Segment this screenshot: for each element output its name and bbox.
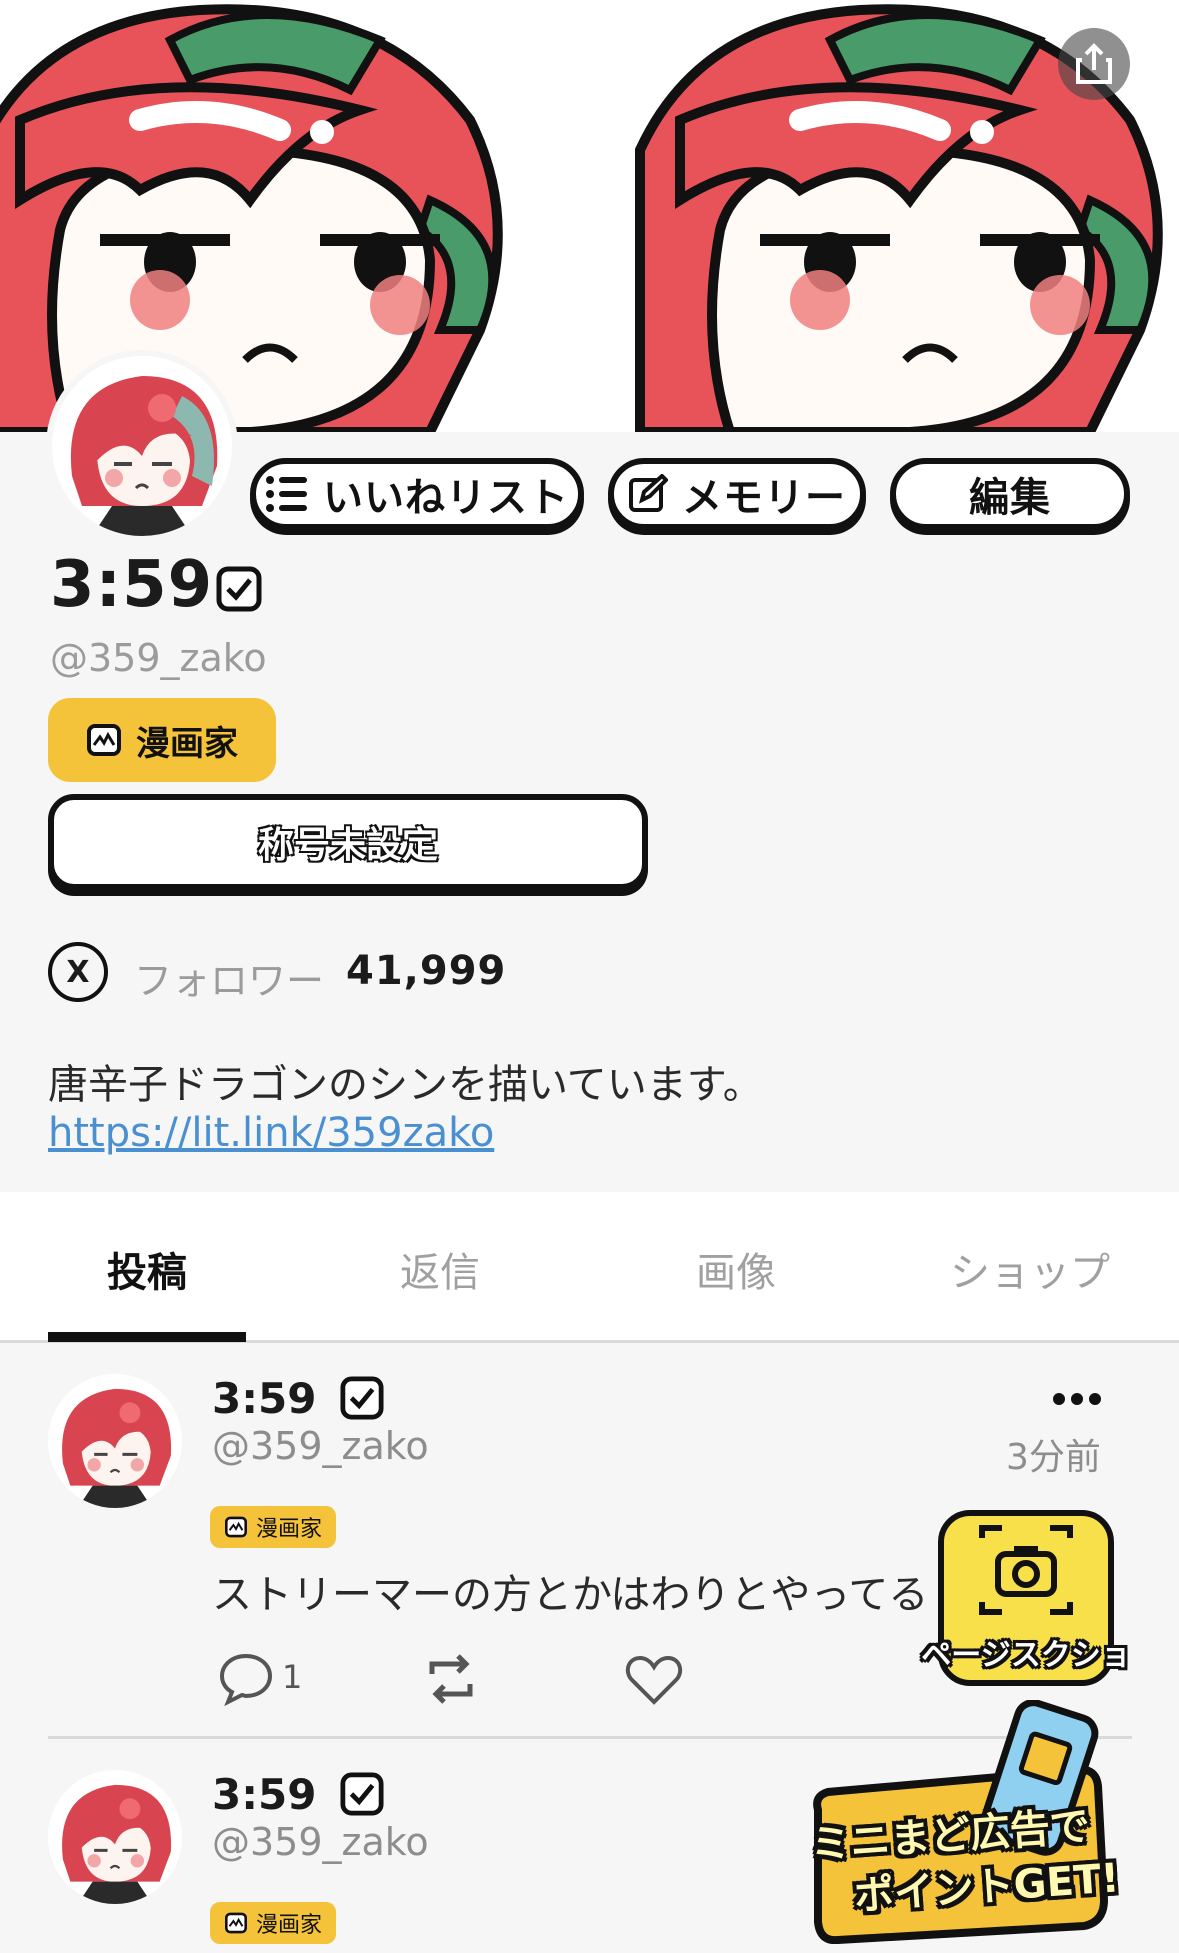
role-badge-label: 漫画家 — [136, 723, 238, 764]
profile-handle: @359_zako — [50, 636, 267, 680]
title-label: 称号未設定 — [257, 824, 439, 867]
avatar-illustration — [48, 1374, 182, 1508]
post-author-handle: @359_zako — [212, 1424, 429, 1468]
title-bar[interactable]: 称号未設定 — [48, 794, 648, 890]
memory-button[interactable]: メモリー — [608, 458, 866, 530]
tab-posts[interactable]: 投稿 — [48, 1240, 246, 1298]
x-icon[interactable]: X — [48, 942, 108, 1002]
mini-ad-promo-text[interactable]: ミニまど広告で ポイントGET! — [809, 1797, 1121, 1926]
post-text: ストリーマーの方とかはわりとやってる — [212, 1572, 929, 1618]
verified-icon — [340, 1772, 384, 1816]
verified-icon — [340, 1376, 384, 1420]
active-tab-indicator — [48, 1332, 246, 1342]
post-role-badge-label: 漫画家 — [255, 1913, 322, 1938]
post-author-name[interactable]: 3:59 — [212, 1770, 316, 1819]
post-avatar[interactable] — [48, 1770, 182, 1904]
post-author-name[interactable]: 3:59 — [212, 1374, 316, 1423]
memory-label: メモリー — [682, 475, 846, 521]
profile-tabs: 投稿 返信 画像 ショップ — [0, 1192, 1179, 1342]
tab-replies[interactable]: 返信 — [340, 1240, 540, 1298]
share-button[interactable] — [1058, 28, 1130, 100]
followers-label: フォロワー — [134, 959, 325, 1003]
list-icon — [266, 476, 307, 512]
manga-icon — [87, 724, 121, 756]
repost-icon[interactable] — [422, 1654, 480, 1704]
post-timestamp: 3分前 — [1006, 1437, 1101, 1478]
page-screenshot-label: ページスクショ — [921, 1638, 1131, 1673]
role-badge[interactable]: 漫画家 — [48, 698, 276, 782]
reply-icon[interactable] — [218, 1652, 274, 1706]
post-author-handle: @359_zako — [212, 1820, 429, 1864]
like-icon[interactable] — [624, 1654, 684, 1706]
post-role-badge: 漫画家 — [210, 1902, 336, 1944]
display-name: 3:59 — [50, 548, 214, 622]
reply-count: 1 — [282, 1658, 303, 1696]
avatar-illustration — [48, 1770, 182, 1904]
avatar-illustration — [52, 356, 232, 536]
manga-icon — [224, 1912, 247, 1934]
profile-link[interactable]: https://lit.link/359zako — [48, 1110, 494, 1156]
more-options-icon[interactable] — [1052, 1392, 1102, 1406]
post-role-badge: 漫画家 — [210, 1506, 336, 1548]
tab-images[interactable]: 画像 — [636, 1240, 836, 1298]
profile-bio: 唐辛子ドラゴンのシンを描いています。 — [48, 1062, 763, 1108]
followers-count[interactable]: 41,999 — [346, 948, 506, 994]
post-role-badge-label: 漫画家 — [255, 1517, 322, 1542]
share-icon — [1076, 43, 1112, 84]
x-icon-glyph: X — [66, 954, 90, 990]
likes-list-button[interactable]: いいねリスト — [250, 458, 584, 530]
camera-icon — [979, 1525, 1073, 1615]
profile-avatar[interactable] — [46, 350, 238, 542]
edit-note-icon — [629, 474, 668, 512]
edit-label: 編集 — [969, 475, 1051, 521]
tab-shop[interactable]: ショップ — [930, 1240, 1130, 1298]
verified-icon — [216, 566, 262, 612]
edit-profile-button[interactable]: 編集 — [890, 458, 1130, 530]
manga-icon — [224, 1516, 247, 1538]
post-avatar[interactable] — [48, 1374, 182, 1508]
likes-list-label: いいねリスト — [323, 475, 569, 521]
